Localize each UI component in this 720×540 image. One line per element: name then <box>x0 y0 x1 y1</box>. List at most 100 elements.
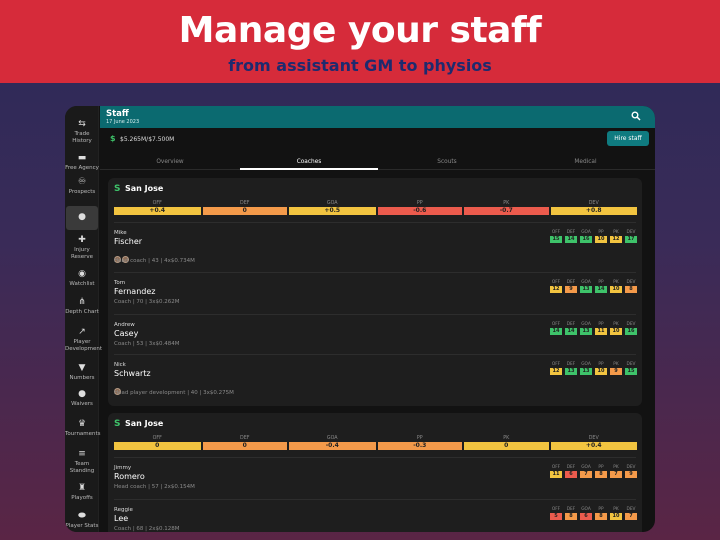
rating-pk: PK 12 <box>610 230 622 243</box>
staff-meta: Coach | 68 | 2x$0.128M <box>114 526 180 532</box>
rating-def: DEF 6 <box>565 465 577 478</box>
rating-label: PK <box>613 322 619 327</box>
sidebar-item-label: Playoffs <box>71 495 93 501</box>
rating-label: OFF <box>551 507 561 512</box>
sidebar-item-player-stats[interactable]: ⬬ Player Stats <box>65 512 99 530</box>
rating-value: 6 <box>565 471 577 478</box>
rating-def: DEF 13 <box>565 362 577 375</box>
team-name: San Jose <box>125 184 164 193</box>
sidebar: ⇆ Trade History ▬ Free Agency ♾ Prospects ● ✚ In… <box>65 106 102 532</box>
sidebar-item-trade-history[interactable]: ⇆ Trade History <box>65 120 99 144</box>
sidebar-item-watchlist[interactable]: ◉ Watchlist <box>65 270 99 288</box>
rating-label: DEV <box>626 465 636 470</box>
rating-label: OFF <box>551 280 561 285</box>
promo-banner: Manage your staff from assistant GM to p… <box>0 0 720 83</box>
rating-label: PK <box>613 465 619 470</box>
rating-value: 11 <box>550 471 562 478</box>
rating-off: OFF 15 <box>550 230 562 243</box>
injury-icon: ✚ <box>78 235 86 245</box>
staff-row[interactable]: Tom Fernandez Coach | 70 | 3x$0.262M OFF 12 D… <box>114 272 637 314</box>
summary-bar-def: 0 <box>202 442 287 450</box>
dollar-icon: $ <box>110 134 116 143</box>
rating-value: 12 <box>550 368 562 375</box>
rating-value: 7 <box>610 471 622 478</box>
rating-value: 12 <box>610 236 622 243</box>
rating-value: 10 <box>610 286 622 293</box>
rating-label: PK <box>613 507 619 512</box>
staff-row[interactable]: Nick Schwartz Head player development | 40… <box>114 354 637 396</box>
sidebar-item-depth-chart[interactable]: ⋔ Depth Chart <box>65 298 99 316</box>
staff-row[interactable]: Jimmy Romero Head coach | 57 | 2x$0.154M OF… <box>114 457 637 499</box>
hire-staff-button[interactable]: Hire staff <box>607 131 649 146</box>
rating-pp: PP 10 <box>595 362 607 375</box>
rating-value: 17 <box>625 236 637 243</box>
rating-value: 14 <box>550 328 562 335</box>
rating-label: PP <box>598 280 604 285</box>
rating-label: DEF <box>566 230 576 235</box>
rating-value: 8 <box>595 513 607 520</box>
summary-label-dev: DEV <box>588 436 599 441</box>
rating-off: OFF 5 <box>550 507 562 520</box>
sidebar-item-tournaments[interactable]: ♛ Tournaments <box>65 419 101 438</box>
depth-chart-icon: ⋔ <box>78 297 86 307</box>
staff-last-name: Fernandez <box>114 287 156 296</box>
rating-label: DEF <box>566 280 576 285</box>
staff-meta: Head coach | 57 | 2x$0.154M <box>114 484 195 490</box>
staff-meta: Head player development | 40 | 3x$0.275M <box>114 390 234 396</box>
rating-pk: PK 7 <box>610 465 622 478</box>
rating-pp: PP 10 <box>595 230 607 243</box>
rating-value: 8 <box>595 471 607 478</box>
staff-row[interactable]: Mike Fischer Head coach | 43 | 4x$0.734M OF… <box>114 222 637 272</box>
page-title: Staff <box>106 109 129 119</box>
sidebar-item-label: Free Agency <box>65 165 99 171</box>
staff-row[interactable]: Reggie Lee Coach | 68 | 2x$0.128M OFF 5 DEF 8 G… <box>114 499 637 532</box>
rating-goa: GOA 13 <box>580 322 592 335</box>
staff-first-name: Tom <box>114 280 126 286</box>
tab-overview[interactable]: Overview <box>100 156 240 170</box>
rating-value: 13 <box>580 286 592 293</box>
sidebar-item-player-development[interactable]: ↗ Player Development <box>65 328 102 352</box>
staff-row[interactable]: Andrew Casey Coach | 53 | 3x$0.484M OFF 14 DE… <box>114 314 637 354</box>
rating-value: 8 <box>565 513 577 520</box>
sidebar-item-staff[interactable]: ● <box>66 206 98 230</box>
tab-coaches[interactable]: Coaches <box>240 156 378 170</box>
rating-dev: DEV 7 <box>625 507 637 520</box>
rating-label: DEV <box>626 507 636 512</box>
sidebar-item-waivers[interactable]: ● Waivers <box>65 390 99 408</box>
sidebar-item-label: Tournaments <box>65 431 101 437</box>
rating-goa: GOA 13 <box>580 280 592 293</box>
rating-value: 8 <box>625 286 637 293</box>
rating-label: DEV <box>626 230 636 235</box>
rating-value: 16 <box>625 328 637 335</box>
rating-off: OFF 12 <box>550 280 562 293</box>
rating-label: OFF <box>551 362 561 367</box>
rating-value: 13 <box>580 368 592 375</box>
tab-medical[interactable]: Medical <box>516 156 655 170</box>
sidebar-item-prospects[interactable]: ♾ Prospects <box>65 178 99 196</box>
rating-goa: GOA 13 <box>580 362 592 375</box>
summary-bar-goa: -0.4 <box>289 442 376 450</box>
sidebar-item-free-agency[interactable]: ▬ Free Agency <box>65 154 99 172</box>
summary-bar-pp: -0.6 <box>377 207 462 215</box>
sidebar-item-numbers[interactable]: ▼ Numbers <box>65 364 99 382</box>
rating-goa: GOA 6 <box>580 507 592 520</box>
search-icon[interactable] <box>631 111 641 121</box>
sidebar-item-injury-reserve[interactable]: ✚ Injury Reserve <box>65 236 99 260</box>
sidebar-item-playoffs[interactable]: ♜ Playoffs <box>65 484 99 502</box>
tab-scouts[interactable]: Scouts <box>378 156 516 170</box>
summary-bar-goa: +0.5 <box>289 207 376 215</box>
trophy-icon: ♛ <box>77 419 87 429</box>
summary-label-pk: PK <box>503 201 510 206</box>
rating-value: 15 <box>625 368 637 375</box>
sidebar-item-label: Injury Reserve <box>70 247 94 260</box>
rating-label: PK <box>613 280 619 285</box>
tab-bar: Overview Coaches Scouts Medical <box>100 156 655 170</box>
binoculars-icon: ♾ <box>77 177 87 187</box>
rating-label: PP <box>598 322 604 327</box>
rating-value: 7 <box>580 471 592 478</box>
sidebar-item-team-standing[interactable]: ≡ Team Standing <box>65 450 99 474</box>
staff-first-name: Andrew <box>114 322 135 328</box>
rating-def: DEF 9 <box>565 280 577 293</box>
summary-bar-off: 0 <box>114 442 201 450</box>
staff-first-name: Mike <box>114 230 127 236</box>
